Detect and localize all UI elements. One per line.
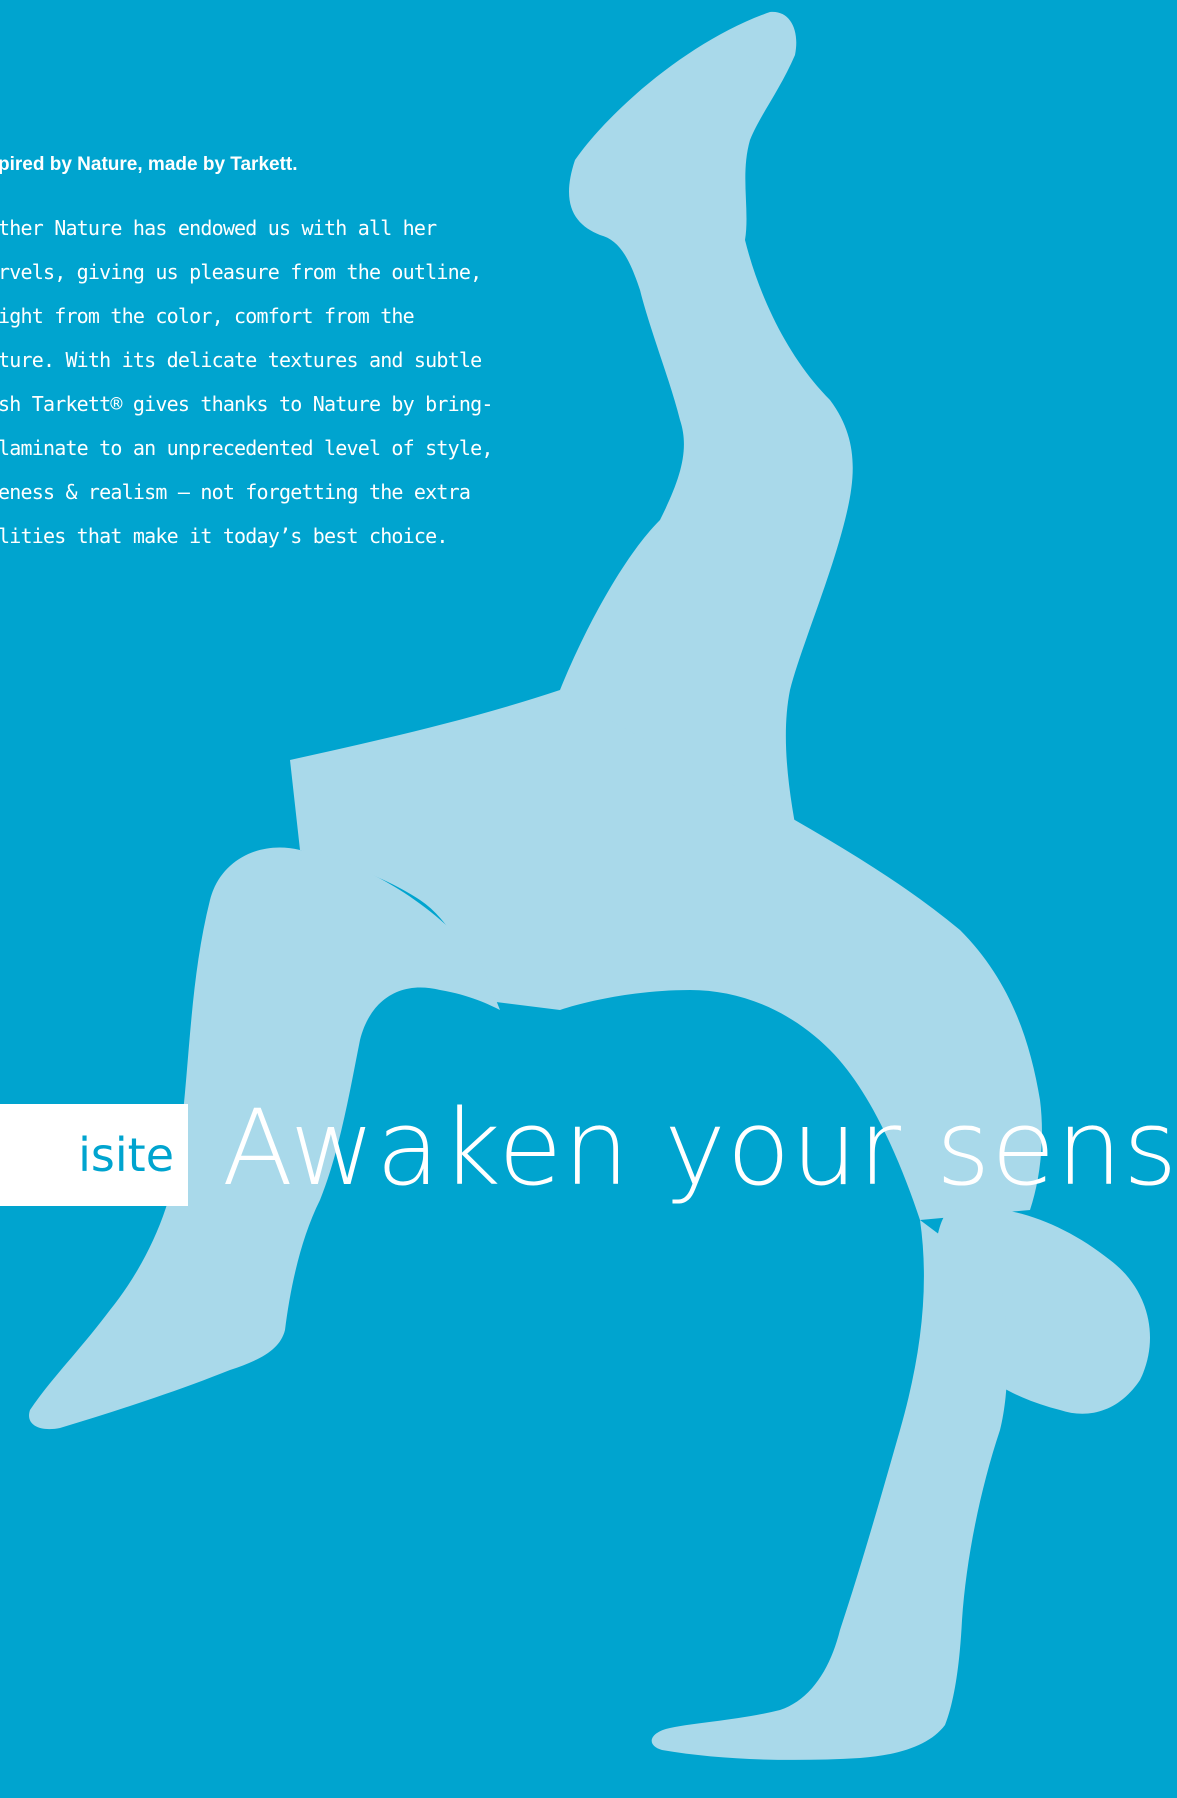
intro-heading: pired by Nature, made by Tarkett.	[0, 154, 298, 175]
intro-line: ight from the color, comfort from the	[0, 304, 415, 328]
intro-line: ther Nature has endowed us with all her	[0, 216, 437, 240]
intro-line: sh Tarkett® gives thanks to Nature by br…	[0, 392, 493, 416]
intro-line: lities that make it today’s best choice.	[0, 524, 448, 548]
intro-line: rvels, giving us pleasure from the outli…	[0, 260, 482, 284]
intro-line: eness & realism – not forgetting the ext…	[0, 480, 471, 504]
intro-line: ture. With its delicate textures and sub…	[0, 348, 482, 372]
headline: Awaken your sense	[222, 1087, 1177, 1209]
intro-copy: pired by Nature, made by Tarkett. ther N…	[0, 148, 498, 558]
tag-label: isite	[78, 1128, 174, 1182]
intro-line: laminate to an unprecedented level of st…	[0, 436, 493, 460]
tag-label-box: isite	[0, 1104, 188, 1206]
brochure-page: pired by Nature, made by Tarkett. ther N…	[0, 0, 1177, 1798]
